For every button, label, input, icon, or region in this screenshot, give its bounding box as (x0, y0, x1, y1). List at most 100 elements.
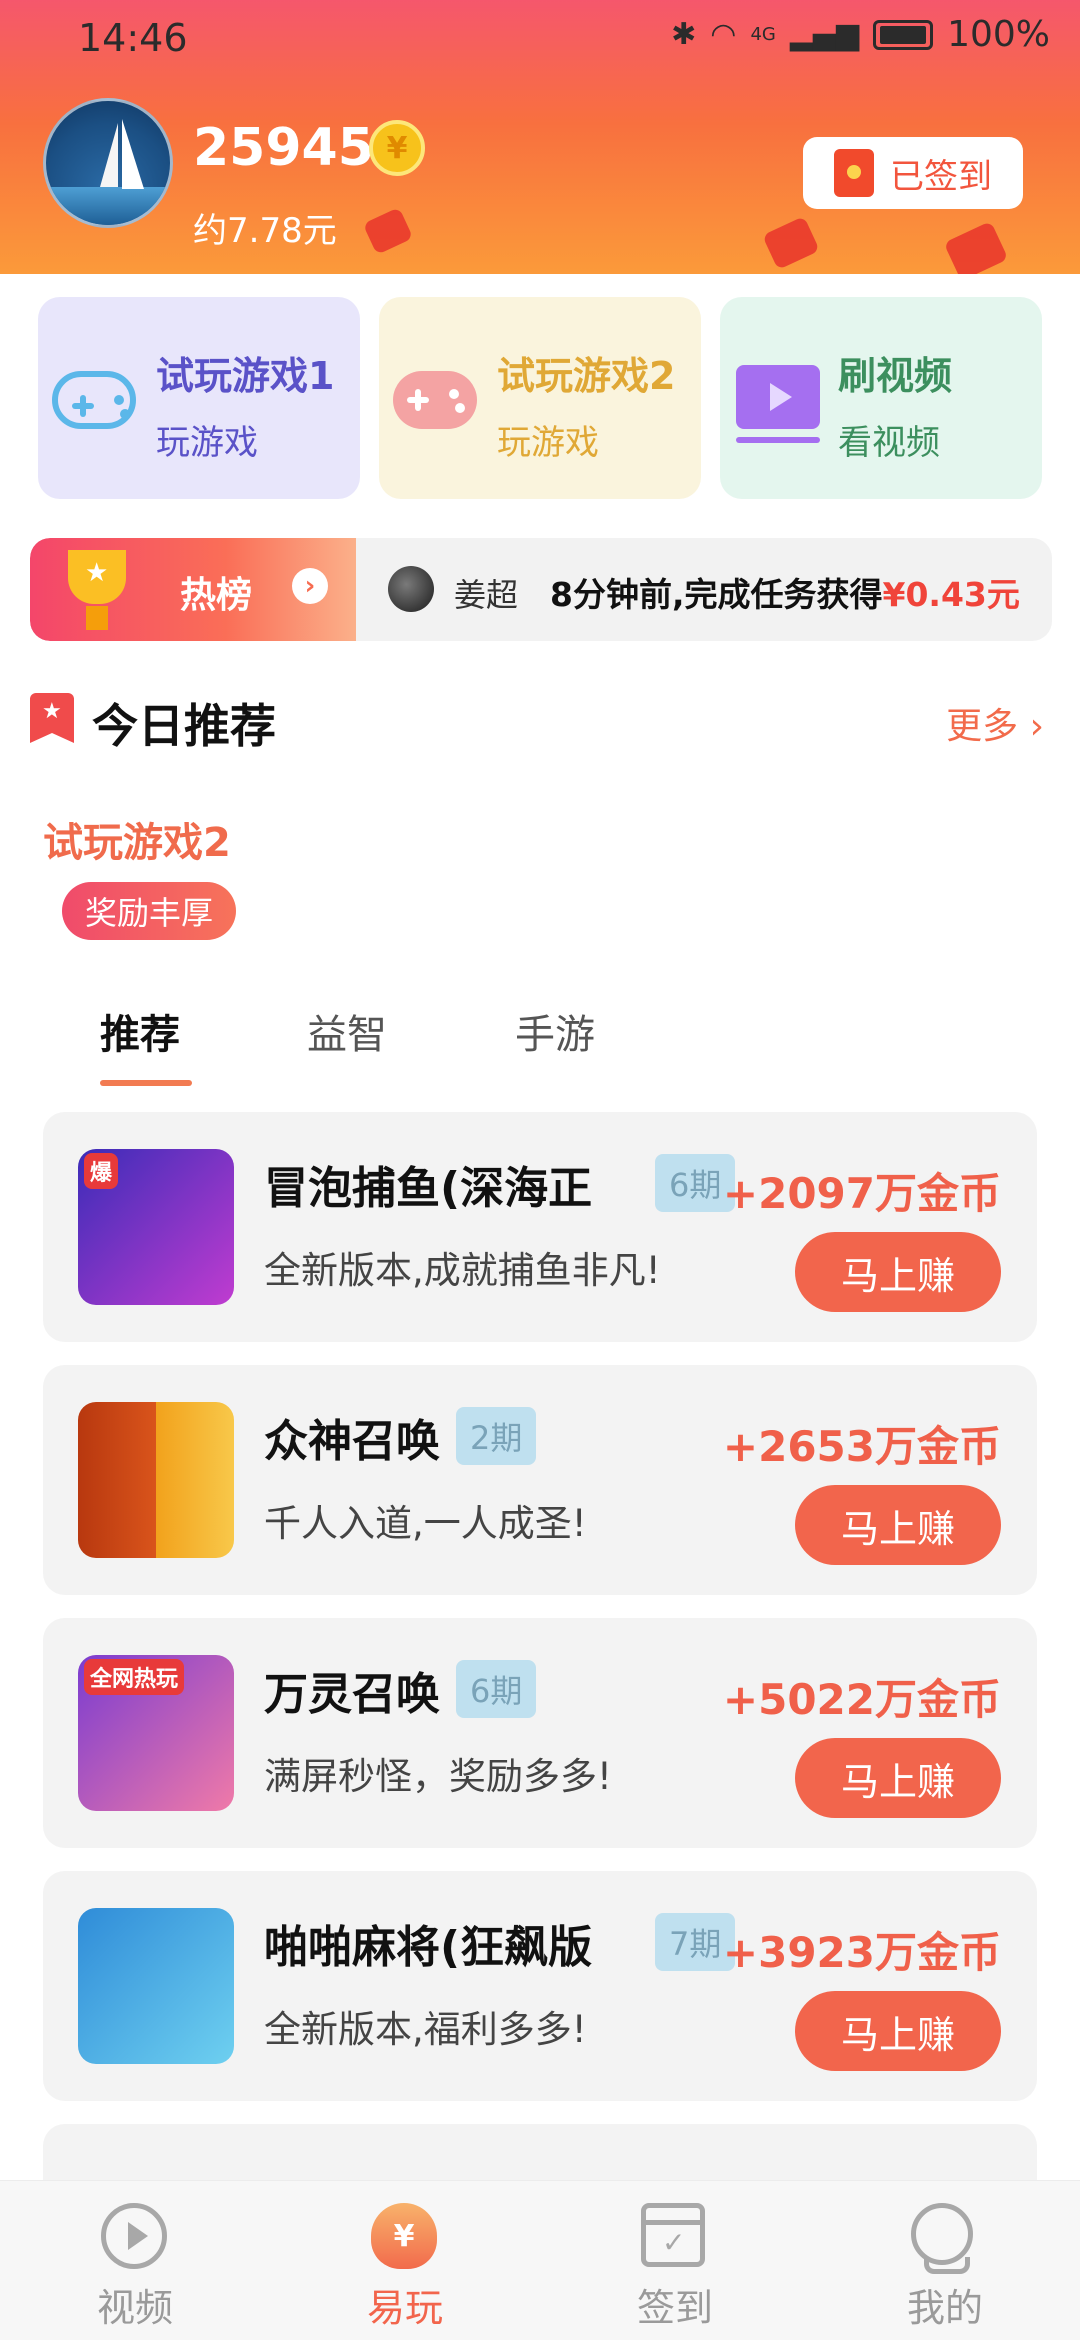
gamepad-icon (48, 361, 140, 441)
tab-mobile-games[interactable]: 手游 (515, 1002, 595, 1060)
earn-now-button[interactable]: 马上赚 (795, 1991, 1001, 2071)
ticker-message: 8分钟前,完成任务获得¥0.43元 (550, 568, 1020, 616)
video-icon (730, 361, 822, 443)
calendar-shape (641, 2203, 705, 2267)
game-thumbnail (78, 1908, 234, 2064)
wifi-icon: ◠ (710, 17, 737, 52)
red-envelope-icon (834, 149, 874, 197)
bluetooth-icon: ✱ (671, 17, 697, 52)
game-card[interactable]: 众神召唤 2期 千人入道,一人成圣! +2653万金币 马上赚 (43, 1365, 1037, 1595)
gamepad-button (120, 409, 130, 419)
gamepad-dpad (80, 395, 86, 417)
gamepad-shape (52, 371, 136, 429)
avatar[interactable] (43, 98, 173, 228)
play-icon (101, 2203, 169, 2271)
game-thumbnail: 全网热玩 (78, 1655, 234, 1811)
more-label: 更多 (946, 706, 1019, 747)
bookmark-star-icon (30, 693, 74, 743)
play-circle (101, 2203, 167, 2269)
earn-now-button[interactable]: 马上赚 (795, 1485, 1001, 1565)
thumbnail-badge: 爆 (84, 1153, 119, 1189)
game-name: 冒泡捕鱼(深海正 (264, 1163, 593, 1214)
card-subtitle: 玩游戏 (497, 423, 599, 463)
game-thumbnail (78, 1402, 234, 1558)
gamepad-dpad (415, 389, 421, 411)
calendar-icon (641, 2203, 709, 2271)
section-title: 今日推荐 (92, 699, 276, 753)
cash-estimate: 约7.78元 (193, 211, 337, 251)
ticker-user-avatar (388, 566, 434, 612)
quick-card-trial-game-1[interactable]: 试玩游戏1 玩游戏 (38, 297, 360, 499)
game-card[interactable]: 全网热玩 万灵召唤 6期 满屏秒怪，奖励多多! +5022万金币 马上赚 (43, 1618, 1037, 1848)
nav-easy-play[interactable]: ¥ 易玩 (330, 2203, 480, 2332)
video-screen (736, 365, 820, 443)
gamepad-button (455, 403, 465, 413)
trophy-base (86, 606, 108, 630)
sign-in-button[interactable]: 已签到 (803, 137, 1023, 209)
status-icons: ✱ ◠ 4G ▂▄▆ 100% (671, 14, 1050, 55)
gamepad-icon (389, 361, 481, 441)
tab-active-indicator (100, 1080, 192, 1086)
earn-now-button[interactable]: 马上赚 (795, 1232, 1001, 1312)
user-icon (911, 2203, 979, 2274)
quick-card-trial-game-2[interactable]: 试玩游戏2 玩游戏 (379, 297, 701, 499)
header: 14:46 ✱ ◠ 4G ▂▄▆ 100% 25945 ¥ 约7.78元 已签到 (0, 0, 1080, 274)
red-envelope-decoration (362, 207, 414, 255)
avatar-sea (46, 187, 170, 225)
bottom-navigation: 视频 ¥ 易玩 签到 我的 (0, 2180, 1080, 2340)
signal-icon: ▂▄▆ (789, 17, 860, 52)
hot-ranking-ticker[interactable]: 热榜 › 姜超 8分钟前,完成任务获得¥0.43元 (30, 538, 1052, 641)
avatar-sail (122, 119, 144, 189)
red-envelope-decoration (943, 220, 1009, 274)
game-name: 啪啪麻将(狂飙版 (264, 1922, 593, 1973)
tab-puzzle[interactable]: 益智 (307, 1002, 387, 1060)
more-link[interactable]: 更多 › (946, 697, 1044, 749)
nav-label: 签到 (636, 2286, 713, 2330)
nav-video[interactable]: 视频 (60, 2203, 210, 2332)
card-title: 试玩游戏2 (497, 354, 676, 398)
ticker-message-text: 8分钟前,完成任务获得 (550, 575, 883, 614)
red-envelope-decoration (762, 216, 820, 270)
nav-profile[interactable]: 我的 (870, 2203, 1020, 2332)
tab-recommend[interactable]: 推荐 (100, 1002, 180, 1060)
gamepad-button (114, 395, 124, 405)
ticker-user-name: 姜超 (454, 576, 519, 614)
battery-icon (873, 19, 934, 50)
coin-balance: 25945 (193, 118, 374, 178)
game-card[interactable]: 啪啪麻将(狂飙版 7期 全新版本,福利多多! +3923万金币 马上赚 (43, 1871, 1037, 2101)
game-name: 万灵召唤 (264, 1669, 440, 1720)
nav-label: 我的 (906, 2286, 983, 2330)
card-title: 刷视频 (838, 354, 953, 398)
period-badge: 6期 (456, 1660, 537, 1718)
card-title: 试玩游戏1 (156, 354, 335, 398)
card-subtitle: 玩游戏 (156, 423, 258, 463)
battery-percent: 100% (947, 14, 1050, 55)
game-card[interactable]: 爆 冒泡捕鱼(深海正 6期 全新版本,成就捕鱼非凡! +2097万金币 马上赚 (43, 1112, 1037, 1342)
game-description: 千人入道,一人成圣! (264, 1502, 587, 1545)
gamepad-button (449, 389, 459, 399)
thumbnail-badge: 全网热玩 (84, 1659, 185, 1695)
status-time: 14:46 (78, 16, 188, 60)
network-label: 4G (750, 24, 776, 45)
game-reward: +5022万金币 (722, 1675, 1001, 1724)
nav-label: 视频 (96, 2286, 173, 2330)
card-subtitle: 看视频 (838, 423, 940, 463)
chevron-right-icon: › (292, 568, 328, 604)
promo-title[interactable]: 试玩游戏2 (43, 810, 231, 868)
category-tabs: 推荐 益智 手游 (0, 990, 1080, 1090)
avatar-sail (100, 123, 118, 187)
game-name: 众神召唤 (264, 1416, 440, 1467)
game-reward: +2097万金币 (722, 1169, 1001, 1218)
earn-now-button[interactable]: 马上赚 (795, 1738, 1001, 1818)
money-bag-icon: ¥ (371, 2203, 439, 2271)
gamepad-shape (393, 371, 477, 429)
hot-ranking-button[interactable]: 热榜 › (30, 538, 356, 641)
nav-sign-in[interactable]: 签到 (600, 2203, 750, 2332)
nav-label: 易玩 (366, 2286, 443, 2330)
trophy-icon (68, 550, 126, 604)
period-badge: 2期 (456, 1407, 537, 1465)
quick-card-watch-video[interactable]: 刷视频 看视频 (720, 297, 1042, 499)
game-description: 全新版本,福利多多! (264, 2008, 587, 2051)
game-description: 满屏秒怪，奖励多多! (264, 1755, 612, 1798)
sign-in-label: 已签到 (890, 156, 992, 197)
